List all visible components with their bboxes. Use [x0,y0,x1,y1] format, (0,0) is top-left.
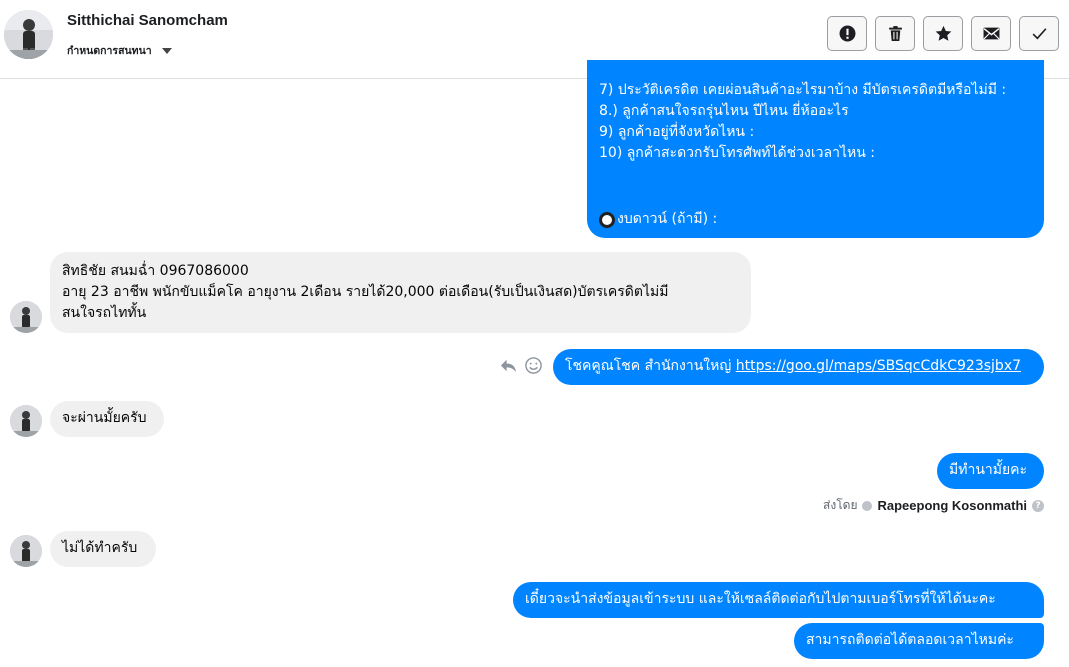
message-text: จะผ่านมั้ยครับ [62,410,147,426]
emoji-react-icon[interactable] [524,356,543,375]
message-line: สิทธิชัย สนมฉ่ำ 0967086000 [62,263,249,279]
message-text: โชคคูณโชค สำนักงานใหญ่ [565,358,736,374]
mark-done-button[interactable] [1019,16,1059,51]
check-icon [1032,28,1046,40]
maps-link[interactable]: https://goo.gl/maps/SBSqcCdkC923sjbx7 [736,358,1021,374]
incoming-message: ไม่ได้ทำครับ [50,531,156,567]
message-text: ไม่ได้ทำครับ [62,540,138,556]
message-line: สนใจรถไททั้น [62,305,147,321]
message-line: 8.) ลูกค้าสนใจรถรุ่นไหน ปีไหน ยี่ห้ออะไร [599,103,849,119]
message-text: สามารถติดต่อได้ตลอดเวลาไหมค่ะ [806,632,1014,648]
message-text: เดี๋ยวจะนำส่งข้อมูลเข้าระบบ และให้เซลล์ต… [525,591,996,607]
outgoing-message: มีทำนามั้ยคะ [937,453,1044,489]
star-button[interactable] [923,16,963,51]
incoming-message: จะผ่านมั้ยครับ [50,401,164,437]
trash-icon [888,26,902,41]
outgoing-message: โชคคูณโชค สำนักงานใหญ่ https://goo.gl/ma… [553,349,1044,385]
sent-by-label: ส่งโดย [823,498,858,512]
message-hover-actions [499,356,543,375]
contact-avatar-small[interactable] [10,535,42,567]
message-line: 9) ลูกค้าอยู่ที่จังหวัดไหน : [599,124,755,140]
contact-avatar[interactable] [4,10,53,59]
mark-unread-button[interactable] [971,16,1011,51]
delete-button[interactable] [875,16,915,51]
message-line: งบดาวน์ (ถ้ามี) : [599,209,717,230]
star-icon [935,25,951,41]
verified-icon [862,500,873,511]
sent-by-info: ส่งโดย Rapeepong Kosonmathi ? [823,496,1044,515]
conversation-status-label: กำหนดการสนทนา [67,45,152,57]
chevron-down-icon [161,47,172,54]
radio-bullet-icon [599,211,615,228]
conversation-status-dropdown[interactable]: กำหนดการสนทนา [67,42,172,59]
contact-avatar-small[interactable] [10,301,42,333]
sender-name[interactable]: Rapeepong Kosonmathi [877,498,1027,513]
envelope-icon [983,27,999,40]
message-line: 10) ลูกค้าสะดวกรับโทรศัพท์ได้ช่วงเวลาไหน… [599,145,875,161]
outgoing-message: สามารถติดต่อได้ตลอดเวลาไหมค่ะ [794,623,1044,659]
message-line: 7) ประวัติเครดิต เคยผ่อนสินค้าอะไรมาบ้าง… [599,82,1007,98]
message-line-text: งบดาวน์ (ถ้ามี) : [617,211,718,227]
message-text: มีทำนามั้ยคะ [949,462,1028,478]
reply-icon[interactable] [499,356,518,375]
exclamation-icon [839,25,855,42]
contact-avatar-small[interactable] [10,405,42,437]
help-icon[interactable]: ? [1032,499,1044,512]
header-actions [827,16,1059,51]
incoming-message: สิทธิชัย สนมฉ่ำ 0967086000 อายุ 23 อาชีพ… [50,252,751,333]
report-button[interactable] [827,16,867,51]
outgoing-message: เดี๋ยวจะนำส่งข้อมูลเข้าระบบ และให้เซลล์ต… [513,582,1044,618]
contact-name[interactable]: Sitthichai Sanomcham [67,12,228,29]
message-line: อายุ 23 อาชีพ พนักขับแม็คโค อายุงาน 2เดื… [62,284,669,300]
outgoing-message: 7) ประวัติเครดิต เคยผ่อนสินค้าอะไรมาบ้าง… [587,60,1044,238]
